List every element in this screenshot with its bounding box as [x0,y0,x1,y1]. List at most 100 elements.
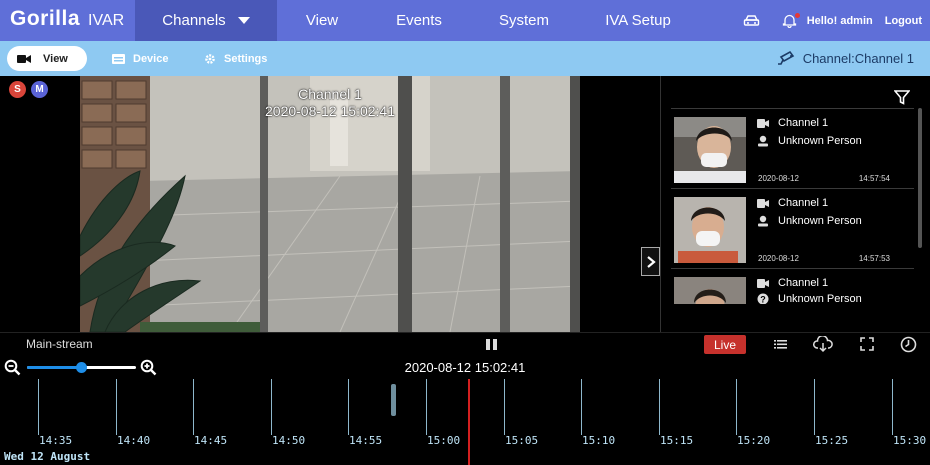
chevron-down-icon [237,17,250,24]
timeline-track[interactable]: Wed 12 August 14:35 14:40 14:45 14:50 14:55 1… [0,379,930,465]
event-thumbnail [674,197,746,263]
event-card[interactable]: Channel 1 Unknown Person 2020-08-12 14:5… [671,108,914,186]
stream-badge-s: S [9,81,26,98]
event-channel: Channel 1 [757,277,828,289]
timeline-current-time: 2020-08-12 15:02:41 [404,360,526,375]
camera-icon [17,54,31,64]
brand-product: IVAR [88,12,125,29]
list-icon[interactable] [772,336,790,353]
user-greeting: Hello! admin [806,14,873,27]
timeline-tick [814,379,815,435]
camera-feed[interactable]: Channel 1 2020-08-12 15:02:41 [80,76,580,332]
stream-badge-m: M [31,81,48,98]
event-type: ? Unknown Person [757,293,862,304]
tab-view[interactable]: View [7,46,87,71]
tab-settings[interactable]: Settings [204,46,267,71]
event-type-label: Unknown Person [778,135,862,147]
events-scrollbar[interactable] [918,108,922,248]
person-icon [757,215,769,227]
event-thumbnail [674,277,746,304]
timeline-tick [892,379,893,435]
timeline-tick-label: 15:05 [505,434,539,447]
timeline-tick [271,379,272,435]
timeline-tick-label: 14:35 [39,434,73,447]
cctv-camera-icon [777,50,797,66]
chevron-right-icon [646,255,656,268]
timeline-tick-label: 14:40 [117,434,151,447]
tab-view-label: View [43,52,68,65]
recording-segment[interactable] [391,384,396,416]
playhead-cursor[interactable] [468,379,470,465]
nav-events[interactable]: Events [384,0,454,41]
clock-icon[interactable] [900,336,918,353]
events-panel: Channel 1 Unknown Person 2020-08-12 14:5… [660,76,930,332]
event-channel: Channel 1 [757,117,828,129]
timeline-tick-label: 15:25 [815,434,849,447]
fullscreen-icon[interactable] [859,336,877,353]
nav-iva-setup[interactable]: IVA Setup [597,0,679,41]
tab-device-label: Device [133,52,169,65]
timeline-date: Wed 12 August [4,450,91,463]
brand-logo: Gorilla IVAR [10,7,124,33]
video-camera-icon [757,198,769,208]
gear-icon [204,53,216,65]
event-channel-label: Channel 1 [778,117,829,129]
event-type-label: Unknown Person [778,215,862,227]
osd-timestamp: 2020-08-12 15:02:41 [265,103,395,119]
live-button[interactable]: Live [704,335,746,354]
timeline-tick [38,379,39,435]
event-date: 2020-08-12 [758,174,799,183]
filter-icon[interactable] [894,90,910,105]
nav-channels-label: Channels [162,12,226,29]
pause-icon-bar [493,339,497,350]
event-channel-label: Channel 1 [778,197,829,209]
stream-selector[interactable]: Main-stream [26,337,93,351]
current-channel-label: Channel:Channel 1 [802,50,914,66]
question-icon: ? [757,293,769,304]
video-camera-icon [757,278,769,288]
nav-system[interactable]: System [486,0,562,41]
timeline-tick-label: 14:50 [272,434,306,447]
expand-panel-button[interactable] [641,247,660,276]
top-navbar: Gorilla IVAR Channels View Events System… [0,0,930,41]
tab-device[interactable]: Device [112,46,168,71]
timeline-tick-label: 15:30 [893,434,927,447]
timeline-tick [736,379,737,435]
osd-channel-name: Channel 1 [298,86,362,102]
nav-view[interactable]: View [287,0,357,41]
event-card[interactable]: Channel 1 Unknown Person 2020-08-12 14:5… [671,188,914,266]
cloud-download-icon[interactable] [813,335,833,353]
app-root: Gorilla IVAR Channels View Events System… [0,0,930,465]
logout-link[interactable]: Logout [885,15,922,27]
timeline-tick [348,379,349,435]
event-time: 14:57:53 [858,254,890,263]
timeline-tick-label: 15:00 [427,434,461,447]
person-icon [757,135,769,147]
event-channel-label: Channel 1 [778,277,829,289]
timeline-tick-label: 15:15 [660,434,694,447]
bell-icon[interactable] [782,13,800,28]
pause-icon-bar [486,339,490,350]
current-channel: Channel:Channel 1 [777,50,914,66]
event-date: 2020-08-12 [758,254,799,263]
timeline-tick [581,379,582,435]
pause-button[interactable] [486,339,497,350]
event-type: Unknown Person [757,135,862,147]
event-card[interactable]: Channel 1 ? Unknown Person [671,268,914,304]
event-type-label: Unknown Person [778,293,862,304]
event-thumbnail [674,117,746,183]
video-camera-icon [757,118,769,128]
user-area: Hello! admin Logout [743,0,922,41]
timeline-tick [659,379,660,435]
car-icon[interactable] [743,14,760,28]
timeline-tick [504,379,505,435]
video-viewport[interactable]: S M Channel 1 2020-08-12 15:02:41 [0,76,660,332]
timeline-tick [426,379,427,435]
nav-channels[interactable]: Channels [135,0,277,41]
tab-settings-label: Settings [224,52,268,65]
timeline-header: 2020-08-12 15:02:41 [0,355,930,379]
notification-dot [794,13,800,18]
timeline-tick-label: 14:45 [194,434,228,447]
event-type: Unknown Person [757,215,862,227]
device-icon [112,53,125,64]
